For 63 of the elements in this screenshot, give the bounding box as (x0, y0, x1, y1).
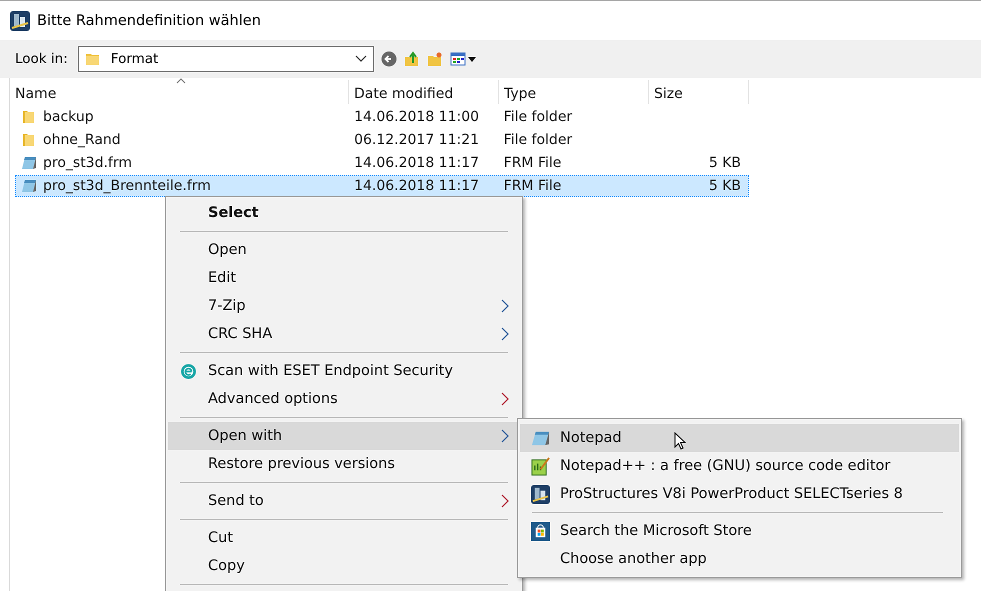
table-cell-text: 06.12.2017 11:21 (353, 131, 480, 150)
app-icon (10, 10, 30, 30)
table-cell-text: File folder (502, 108, 574, 127)
file-row[interactable]: backup 14.06.2018 11:00 File folder (15, 106, 749, 128)
folder-icon (21, 109, 37, 125)
menu-item[interactable]: Edit (168, 264, 520, 292)
menu-item[interactable]: Copy (168, 552, 520, 580)
table-cell-text: FRM File (502, 154, 562, 173)
mouse-cursor-icon (674, 432, 686, 450)
table-cell-text: 5 KB (708, 154, 742, 173)
column-header[interactable]: Type (499, 80, 649, 104)
folder-icon (21, 132, 37, 148)
chevron-right-icon (501, 327, 509, 341)
notepad-plus-icon (530, 456, 550, 476)
menu-item[interactable]: CRC SHA (168, 320, 520, 348)
chevron-right-icon (501, 429, 509, 443)
chevron-down-icon (354, 55, 367, 63)
table-cell-text: FRM File (502, 177, 562, 196)
menu-item[interactable]: Notepad++ : a free (GNU) source code editor (520, 452, 959, 480)
app-icon (530, 484, 550, 504)
file-name: backup (43, 109, 94, 125)
notepad-file-icon (21, 155, 37, 171)
table-cell-text: 14.06.2018 11:17 (353, 154, 480, 173)
menu-item[interactable]: Advanced options (168, 385, 520, 413)
column-header[interactable]: Size (649, 80, 749, 104)
menu-item[interactable]: ProStructures V8i PowerProduct SELECTseries 8 (520, 480, 959, 508)
menu-item[interactable]: Restore previous versions (168, 450, 520, 478)
menu-item[interactable]: Choose another app (520, 545, 959, 573)
look-in-dropdown[interactable]: Format (78, 46, 374, 72)
look-in-label: Look in: (15, 51, 68, 67)
file-name: ohne_Rand (43, 132, 121, 148)
file-name: pro_st3d.frm (43, 155, 132, 171)
back-icon[interactable] (380, 51, 397, 67)
file-row[interactable]: pro_st3d_Brennteile.frm 14.06.2018 11:17 FRM File 5 KB (15, 175, 749, 197)
file-row[interactable]: pro_st3d.frm 14.06.2018 11:17 FRM File 5 KB (15, 152, 749, 174)
file-name: pro_st3d_Brennteile.frm (43, 178, 211, 194)
notepad-file-icon (21, 178, 37, 194)
shield-e-icon (180, 362, 196, 380)
menu-item[interactable]: Send to (168, 487, 520, 515)
view-menu-icon[interactable] (450, 51, 478, 67)
chevron-right-icon (501, 392, 509, 406)
menu-item[interactable]: Open (168, 236, 520, 264)
menu-item[interactable]: Search the Microsoft Store (520, 517, 959, 545)
new-folder-icon[interactable] (426, 51, 443, 67)
store-icon (530, 522, 550, 540)
menu-item[interactable]: Select (168, 199, 520, 227)
file-row[interactable]: ohne_Rand 06.12.2017 11:21 File folder (15, 129, 749, 151)
chevron-right-icon (501, 494, 509, 508)
chevron-right-icon (501, 299, 509, 313)
column-header[interactable]: Name (10, 80, 349, 104)
folder-icon (84, 51, 101, 67)
table-cell-text: 5 KB (708, 177, 742, 196)
menu-item[interactable]: 7-Zip (168, 292, 520, 320)
menu-item[interactable]: Open with (168, 422, 520, 450)
menu-item[interactable]: Cut (168, 524, 520, 552)
table-cell-text: File folder (502, 131, 574, 150)
table-cell-text: 14.06.2018 11:17 (353, 177, 480, 196)
menu-item[interactable]: Scan with ESET Endpoint Security (168, 357, 520, 385)
menu-item[interactable]: Notepad (520, 424, 959, 452)
column-header[interactable]: Date modified (349, 80, 499, 104)
table-cell-text: 14.06.2018 11:00 (353, 108, 480, 127)
window-title: Bitte Rahmendefinition wählen (37, 12, 261, 28)
up-folder-icon[interactable] (404, 51, 420, 67)
